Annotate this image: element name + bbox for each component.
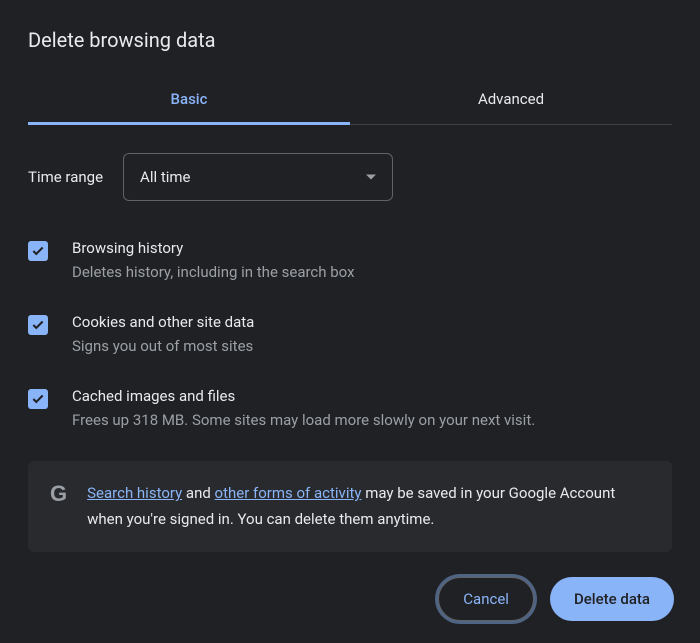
checkbox-browsing-history[interactable] xyxy=(28,241,48,261)
dialog-body: Time range All time Browsing history Del… xyxy=(28,125,672,552)
option-title: Cookies and other site data xyxy=(72,313,672,331)
chevron-down-icon xyxy=(366,175,376,180)
delete-data-button[interactable]: Delete data xyxy=(550,577,674,621)
info-mid: and xyxy=(182,484,214,502)
check-icon xyxy=(31,392,45,406)
dialog-actions: Cancel Delete data xyxy=(438,577,674,621)
option-browsing-history: Browsing history Deletes history, includ… xyxy=(28,239,672,281)
check-icon xyxy=(31,244,45,258)
google-icon: G xyxy=(50,483,67,505)
checkbox-cache[interactable] xyxy=(28,389,48,409)
option-desc: Frees up 318 MB. Some sites may load mor… xyxy=(72,411,672,429)
option-desc: Signs you out of most sites xyxy=(72,337,672,355)
google-account-info: G Search history and other forms of acti… xyxy=(28,461,672,552)
option-title: Cached images and files xyxy=(72,387,672,405)
tab-advanced[interactable]: Advanced xyxy=(350,78,672,124)
option-text: Cached images and files Frees up 318 MB.… xyxy=(72,387,672,429)
option-cache: Cached images and files Frees up 318 MB.… xyxy=(28,387,672,429)
link-other-activity[interactable]: other forms of activity xyxy=(215,484,362,502)
tab-basic[interactable]: Basic xyxy=(28,78,350,125)
info-text: Search history and other forms of activi… xyxy=(87,481,650,532)
check-icon xyxy=(31,318,45,332)
time-range-select[interactable]: All time xyxy=(123,153,393,201)
option-title: Browsing history xyxy=(72,239,672,257)
tabbar: Basic Advanced xyxy=(28,78,672,125)
option-text: Cookies and other site data Signs you ou… xyxy=(72,313,672,355)
option-cookies: Cookies and other site data Signs you ou… xyxy=(28,313,672,355)
cancel-button[interactable]: Cancel xyxy=(438,577,534,621)
dialog-title: Delete browsing data xyxy=(28,28,672,52)
option-desc: Deletes history, including in the search… xyxy=(72,263,672,281)
checkbox-cookies[interactable] xyxy=(28,315,48,335)
option-text: Browsing history Deletes history, includ… xyxy=(72,239,672,281)
time-range-row: Time range All time xyxy=(28,153,672,201)
delete-browsing-data-dialog: Delete browsing data Basic Advanced Time… xyxy=(0,0,700,552)
time-range-selected: All time xyxy=(140,168,190,186)
link-search-history[interactable]: Search history xyxy=(87,484,182,502)
time-range-label: Time range xyxy=(28,168,103,186)
